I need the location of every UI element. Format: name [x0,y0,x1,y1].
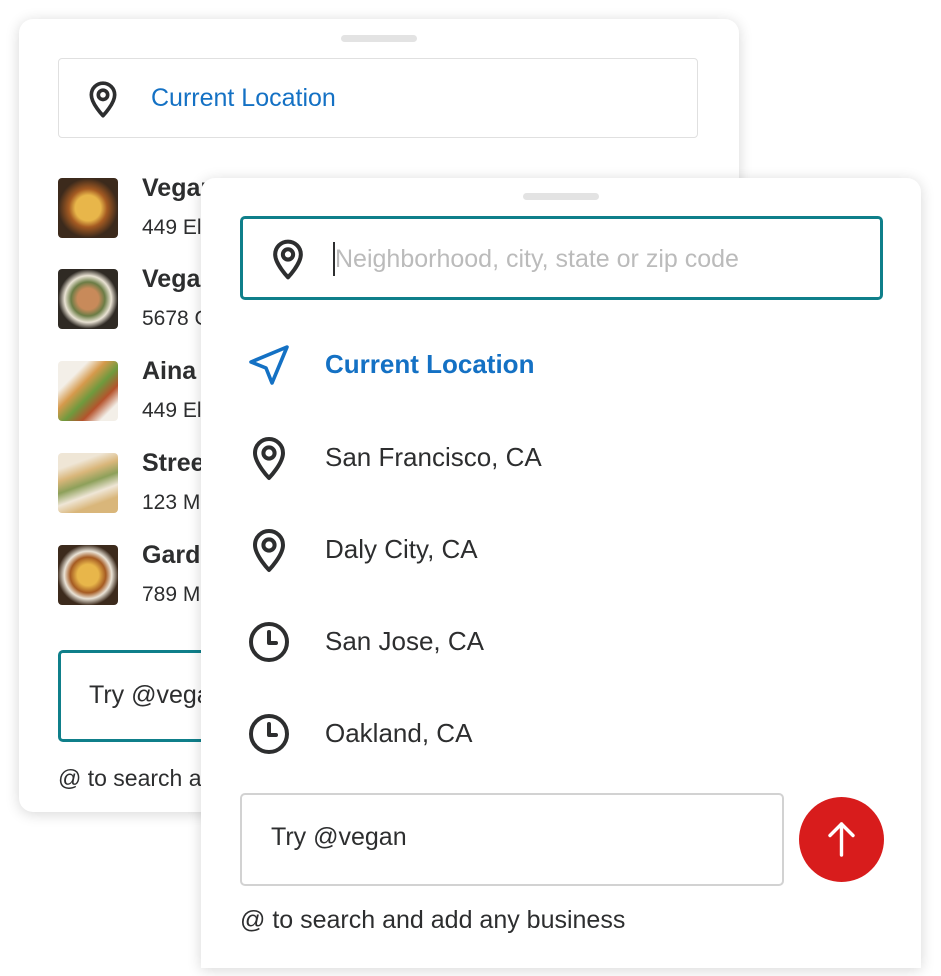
clock-icon [249,714,289,754]
option-label: Oakland, CA [325,718,473,748]
location-label: Current Location [151,84,336,112]
map-pin-icon [273,239,303,280]
arrow-up-icon [828,822,855,857]
option-san-francisco[interactable]: San Francisco, CA [245,428,885,484]
message-placeholder: Try @vegan [271,823,407,851]
option-current-location[interactable]: Current Location [245,335,885,391]
business-photo [58,269,118,329]
option-san-jose[interactable]: San Jose, CA [245,612,885,668]
search-hint: @ to search and add any business [240,906,626,934]
message-input[interactable]: Try @vegan [240,793,784,886]
business-photo [58,545,118,605]
option-label: San Francisco, CA [325,442,542,472]
map-pin-icon [253,529,285,572]
navigation-arrow-icon [249,345,289,385]
option-oakland[interactable]: Oakland, CA [245,704,885,760]
option-daly-city[interactable]: Daly City, CA [245,520,885,576]
map-pin-icon [253,437,285,480]
location-search-input[interactable] [335,237,855,281]
drag-handle[interactable] [523,193,599,200]
option-label: San Jose, CA [325,626,484,656]
business-photo [58,453,118,513]
clock-icon [249,622,289,662]
location-search-panel: Current Location San Francisco, CA Daly … [201,178,921,968]
option-label: Current Location [325,349,535,379]
location-field[interactable]: Current Location [58,58,698,138]
drag-handle[interactable] [341,35,417,42]
option-label: Daly City, CA [325,534,478,564]
business-photo [58,178,118,238]
business-photo [58,361,118,421]
location-search-field[interactable] [240,216,883,300]
send-button[interactable] [799,797,884,882]
map-pin-icon [89,81,117,118]
